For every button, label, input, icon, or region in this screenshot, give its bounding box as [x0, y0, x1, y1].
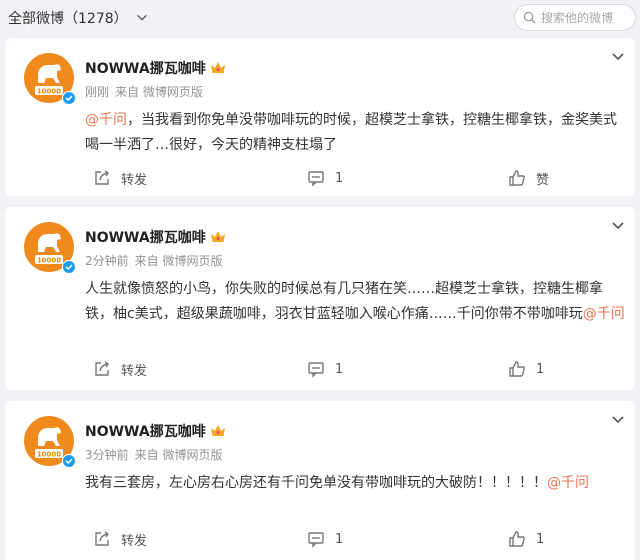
chevron-down-icon[interactable] [611, 221, 625, 231]
like-button[interactable]: 赞 [508, 164, 549, 192]
verified-icon [62, 91, 76, 105]
share-label: 转发 [121, 533, 148, 549]
share-icon [93, 360, 111, 378]
comment-button[interactable]: 1 [307, 355, 343, 383]
post-meta: 3分钟前 来自 微博网页版 [85, 446, 222, 463]
weibo-post: NOWWA挪瓦咖啡 3分钟前 来自 微博网页版 我有三套房，左心房右心房还有千问免… [5, 401, 635, 560]
top-bar: 全部微博（1278） [0, 0, 640, 36]
post-source: 来自 微博网页版 [115, 85, 203, 99]
like-count: 1 [536, 531, 545, 547]
mention-link[interactable]: @千问 [583, 306, 625, 322]
verified-icon [62, 454, 76, 468]
author-name[interactable]: NOWWA挪瓦咖啡 [85, 58, 206, 78]
comment-count: 1 [335, 531, 344, 547]
like-label: 赞 [536, 172, 550, 188]
author-name[interactable]: NOWWA挪瓦咖啡 [85, 421, 206, 441]
comment-button[interactable]: 1 [307, 164, 343, 192]
share-button[interactable]: 转发 [93, 355, 147, 383]
like-button[interactable]: 1 [508, 355, 544, 383]
post-body: 人生就像愤怒的小鸟，你失败的时候总有几只猪在笑……超模芝士拿铁，控糖生椰拿铁，柚… [85, 281, 603, 322]
like-icon [508, 530, 526, 548]
mention-link[interactable]: @千问 [547, 475, 589, 491]
search-box[interactable] [514, 4, 636, 31]
weibo-post: NOWWA挪瓦咖啡 2分钟前 来自 微博网页版 人生就像愤怒的小鸟，你失败的时候总… [5, 207, 635, 390]
post-time[interactable]: 3分钟前 [85, 448, 129, 462]
crown-icon [210, 424, 226, 438]
share-icon [93, 530, 111, 548]
comment-icon [307, 360, 325, 378]
crown-icon [210, 230, 226, 244]
share-button[interactable]: 转发 [93, 525, 147, 553]
feed-filter-dropdown[interactable]: 全部微博（1278） [8, 8, 148, 28]
weibo-post: NOWWA挪瓦咖啡 刚刚 来自 微博网页版 @千问，当我看到你免单没带咖啡玩的时候… [5, 38, 635, 196]
comment-icon [307, 169, 325, 187]
post-source: 来自 微博网页版 [134, 254, 223, 268]
post-actions: 转发 1 赞 [5, 164, 635, 192]
post-meta: 2分钟前 来自 微博网页版 [85, 252, 222, 269]
chevron-down-icon [136, 12, 148, 24]
post-meta: 刚刚 来自 微博网页版 [85, 83, 203, 100]
post-time[interactable]: 刚刚 [85, 85, 109, 99]
chevron-down-icon[interactable] [611, 52, 625, 62]
search-icon [523, 11, 536, 24]
post-actions: 转发 1 1 [5, 525, 635, 553]
post-body: 我有三套房，左心房右心房还有千问免单没有带咖啡玩的大破防！！！！！ [85, 475, 547, 491]
comment-count: 1 [335, 170, 344, 186]
chevron-down-icon[interactable] [611, 415, 625, 425]
comment-icon [307, 530, 325, 548]
like-icon [508, 169, 526, 187]
share-button[interactable]: 转发 [93, 164, 147, 192]
like-icon [508, 360, 526, 378]
comment-button[interactable]: 1 [307, 525, 343, 553]
comment-count: 1 [335, 361, 344, 377]
crown-icon [210, 61, 226, 75]
post-actions: 转发 1 1 [5, 355, 635, 383]
search-input[interactable] [541, 10, 631, 25]
post-source: 来自 微博网页版 [134, 448, 223, 462]
share-label: 转发 [121, 363, 148, 379]
post-text: @千问，当我看到你免单没带咖啡玩的时候，超模芝士拿铁，控糖生椰拿铁，金奖美式喝一… [85, 108, 625, 158]
author-name[interactable]: NOWWA挪瓦咖啡 [85, 227, 206, 247]
like-count: 1 [536, 361, 545, 377]
like-button[interactable]: 1 [508, 525, 544, 553]
feed-filter-label: 全部微博（1278） [8, 11, 128, 27]
verified-icon [62, 260, 76, 274]
post-time[interactable]: 2分钟前 [85, 254, 129, 268]
mention-link[interactable]: @千问 [85, 112, 127, 128]
share-label: 转发 [121, 172, 148, 188]
post-text: 人生就像愤怒的小鸟，你失败的时候总有几只猪在笑……超模芝士拿铁，控糖生椰拿铁，柚… [85, 277, 625, 327]
post-text: 我有三套房，左心房右心房还有千问免单没有带咖啡玩的大破防！！！！！@千问 [85, 471, 625, 496]
post-body: ，当我看到你免单没带咖啡玩的时候，超模芝士拿铁，控糖生椰拿铁，金奖美式喝一半洒了… [85, 112, 617, 153]
share-icon [93, 169, 111, 187]
